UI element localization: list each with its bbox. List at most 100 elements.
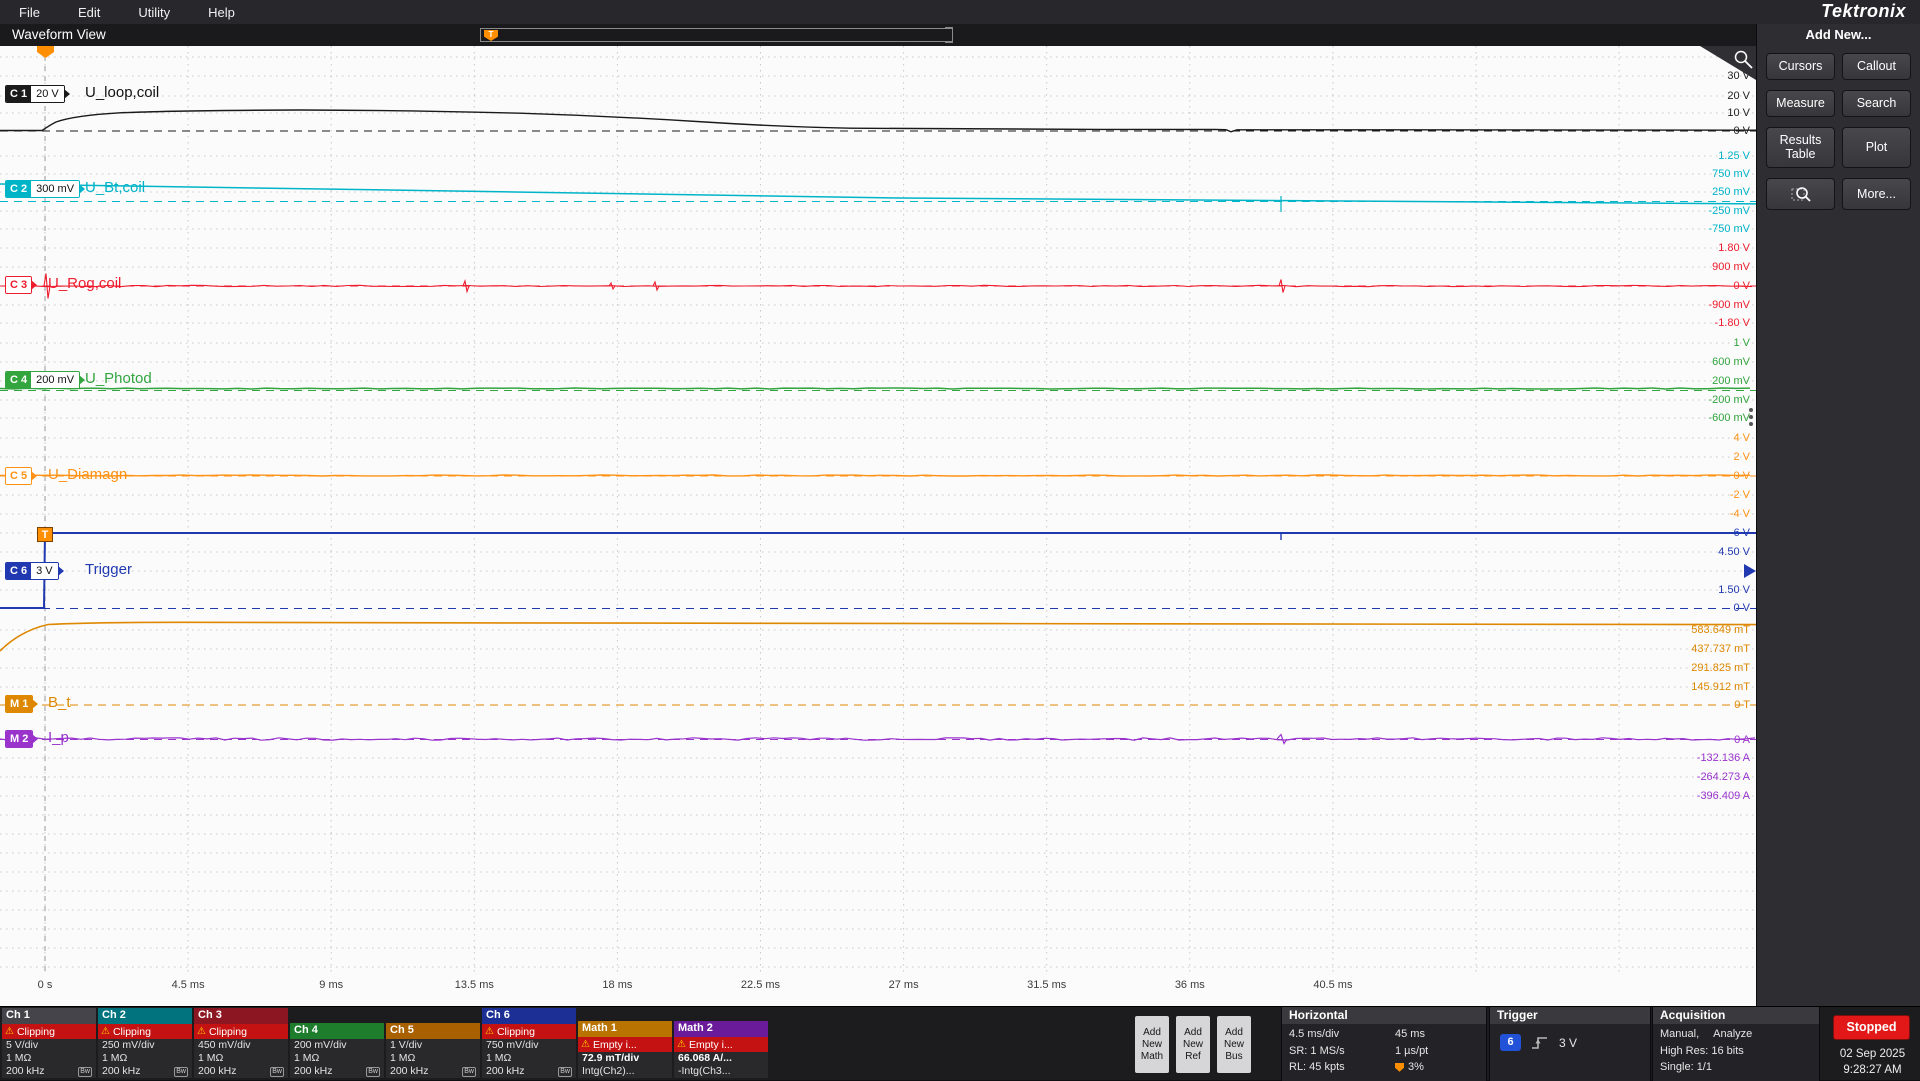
add-new-ref-button[interactable]: AddNewRef <box>1176 1016 1210 1073</box>
card-header: Math 1 <box>578 1021 672 1037</box>
horizontal-title: Horizontal <box>1282 1007 1486 1024</box>
channel-badge-c1[interactable]: C 120 V <box>5 85 75 103</box>
channel-badge-c5[interactable]: C 5 <box>5 467 42 485</box>
scale-label-ch1: 10 V <box>1727 106 1750 120</box>
add-new-label[interactable]: Add New... <box>1757 24 1920 42</box>
menu-help[interactable]: Help <box>189 5 254 20</box>
panel-button-cursors[interactable]: Cursors <box>1766 53 1835 80</box>
scale-label-ch1: 0 V <box>1733 124 1750 138</box>
channel-card-ch1[interactable]: Ch 1⚠Clipping5 V/div1 MΩ200 kHzBw <box>2 1008 96 1078</box>
trace-label-m1[interactable]: B_t <box>48 694 71 711</box>
card-value-row: 72.9 mT/div <box>578 1052 672 1065</box>
acquisition-title: Acquisition <box>1653 1007 1819 1024</box>
channel-card-ch2[interactable]: Ch 2⚠Clipping250 mV/div1 MΩ200 kHzBw <box>98 1008 192 1078</box>
channel-card-ch5[interactable]: Ch 51 V/div1 MΩ200 kHzBw <box>386 1023 480 1078</box>
right-control-panel: Add New... Cursors Callout Measure Search Re… <box>1756 24 1920 1006</box>
scale-label-ch2: 250 mV <box>1712 185 1750 199</box>
acquisition-panel[interactable]: Acquisition Manual,Analyze High Res: 16 … <box>1652 1007 1820 1081</box>
time-axis-label: 4.5 ms <box>172 979 205 991</box>
channel-badge-c6[interactable]: C 63 V <box>5 562 69 580</box>
channel-badge-c4[interactable]: C 4200 mV <box>5 371 90 389</box>
panel-button-results-table[interactable]: Results Table <box>1766 127 1835 168</box>
trigger-settings: 6 3 V <box>1490 1024 1650 1061</box>
channel-badge-m1[interactable]: M 1 <box>5 695 43 713</box>
channel-card-ch6[interactable]: Ch 6⚠Clipping750 mV/div1 MΩ200 kHzBw <box>482 1008 576 1078</box>
trigger-panel[interactable]: Trigger 6 3 V <box>1489 1007 1651 1081</box>
panel-button-grid: Cursors Callout Measure Search Results Table… <box>1757 42 1920 221</box>
scale-label-ch2: -750 mV <box>1708 222 1750 236</box>
scale-label-ch6: 4.50 V <box>1718 545 1750 559</box>
menu-bar: File Edit Utility Help Tektronix <box>0 0 1920 24</box>
trace-label-m2[interactable]: I_p <box>48 729 69 746</box>
menu-edit[interactable]: Edit <box>59 5 119 20</box>
horizontal-position: 3% <box>1408 1059 1424 1076</box>
panel-button-callout[interactable]: Callout <box>1842 53 1911 80</box>
scale-label-m1: 291.825 mT <box>1691 661 1750 675</box>
trace-ch5 <box>0 475 1750 476</box>
zoom-mode-button[interactable] <box>1766 178 1835 210</box>
time-axis-label: 9 ms <box>319 979 343 991</box>
horizontal-values: 4.5 ms/div 45 ms SR: 1 MS/s 1 µs/pt RL: … <box>1282 1024 1486 1078</box>
bandwidth-badge: Bw <box>366 1067 380 1077</box>
card-value-row: -Intg(Ch3... <box>674 1065 768 1078</box>
channel-badge-c2[interactable]: C 2300 mV <box>5 180 90 198</box>
panel-button-search[interactable]: Search <box>1842 90 1911 117</box>
zoom-corner-button[interactable] <box>1700 46 1756 85</box>
card-value-row: 1 MΩ <box>386 1052 480 1065</box>
trace-ch2 <box>0 184 1756 204</box>
trigger-title: Trigger <box>1490 1007 1650 1024</box>
panel-button-plot[interactable]: Plot <box>1842 127 1911 168</box>
trace-label-ch2[interactable]: U_Bt,coil <box>85 179 145 196</box>
channel-card-ch4[interactable]: Ch 4200 mV/div1 MΩ200 kHzBw <box>290 1023 384 1078</box>
scale-label-m2: -132.136 A <box>1697 751 1750 765</box>
add-new-bus-button[interactable]: AddNewBus <box>1217 1016 1251 1073</box>
stopped-button[interactable]: Stopped <box>1833 1015 1910 1040</box>
time-label: 9:28:27 AM <box>1824 1064 1920 1076</box>
waveform-plot[interactable]: T 30 V20 V10 V0 VC 120 VU_loop,coil1.25 … <box>0 46 1756 1006</box>
card-value-row: 200 kHzBw <box>98 1065 192 1078</box>
channel-badge-c3[interactable]: C 3 <box>5 276 42 294</box>
trigger-level-marker[interactable] <box>1744 564 1756 578</box>
trigger-t-badge[interactable]: T <box>37 527 53 542</box>
panel-button-measure[interactable]: Measure <box>1766 90 1835 117</box>
acquisition-resolution: High Res: 16 bits <box>1660 1043 1812 1060</box>
add-new-math-button[interactable]: AddNewMath <box>1135 1016 1169 1073</box>
trace-label-ch5[interactable]: U_Diamagn <box>48 466 127 483</box>
card-header: Ch 1 <box>2 1008 96 1024</box>
card-value-row: 1 V/div <box>386 1039 480 1052</box>
trigger-source-badge: 6 <box>1500 1034 1521 1051</box>
card-value-row: 200 mV/div <box>290 1039 384 1052</box>
scale-label-ch3: -1.80 V <box>1715 316 1750 330</box>
time-axis-label: 18 ms <box>602 979 632 991</box>
trace-label-ch4[interactable]: U_Photod <box>85 370 152 387</box>
scale-label-ch6: 0 V <box>1733 601 1750 615</box>
date-label: 02 Sep 2025 <box>1824 1048 1920 1060</box>
trace-label-ch3[interactable]: U_Rog,coil <box>48 275 121 292</box>
channel-badge-m2[interactable]: M 2 <box>5 730 43 748</box>
record-trigger-marker[interactable]: T <box>484 30 498 41</box>
more-button[interactable]: More... <box>1842 178 1911 210</box>
channel-card-math2[interactable]: Math 2⚠Empty i...66.068 A/...-Intg(Ch3..… <box>674 1021 768 1078</box>
record-overview-endcap[interactable] <box>945 27 953 43</box>
time-axis-label: 36 ms <box>1175 979 1205 991</box>
horizontal-scale: 4.5 ms/div <box>1289 1026 1395 1043</box>
menu-file[interactable]: File <box>0 5 59 20</box>
oscilloscope-screen: File Edit Utility Help Tektronix Wavefor… <box>0 0 1920 1080</box>
scale-label-ch5: 4 V <box>1733 431 1750 445</box>
trace-label-ch1[interactable]: U_loop,coil <box>85 84 159 101</box>
menu-utility[interactable]: Utility <box>119 5 189 20</box>
tektronix-logo: Tektronix <box>1821 1 1906 22</box>
horizontal-panel[interactable]: Horizontal 4.5 ms/div 45 ms SR: 1 MS/s 1… <box>1281 1007 1487 1081</box>
trace-ch4 <box>0 388 1750 389</box>
card-warning: ⚠Empty i... <box>578 1037 672 1052</box>
panel-resize-handle[interactable] <box>1749 408 1753 412</box>
card-warning: ⚠Clipping <box>482 1024 576 1039</box>
card-warning: ⚠Clipping <box>194 1024 288 1039</box>
channel-card-math1[interactable]: Math 1⚠Empty i...72.9 mT/divIntg(Ch2)... <box>578 1021 672 1078</box>
trace-label-ch6[interactable]: Trigger <box>85 561 132 578</box>
channel-card-ch3[interactable]: Ch 3⚠Clipping450 mV/div1 MΩ200 kHzBw <box>194 1008 288 1078</box>
scale-label-ch4: 600 mV <box>1712 355 1750 369</box>
acquisition-analyze[interactable]: Analyze <box>1713 1028 1752 1040</box>
acquisition-single: Single: 1/1 <box>1660 1059 1812 1076</box>
record-overview-bar[interactable]: T <box>480 28 953 42</box>
